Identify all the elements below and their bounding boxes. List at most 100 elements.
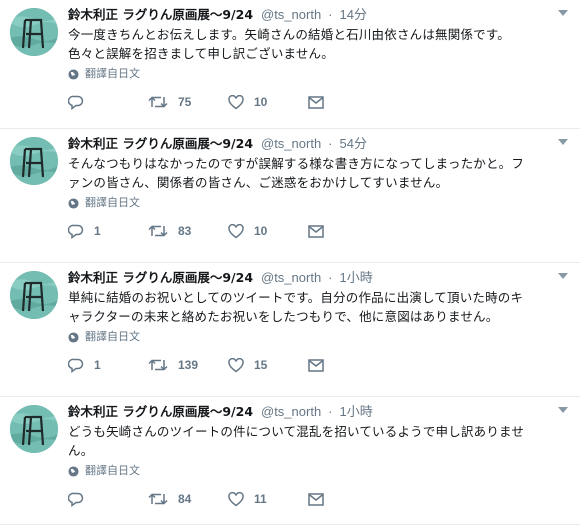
retweet-button[interactable]: 84 xyxy=(148,492,228,506)
translate-label: 翻譯自日文 xyxy=(85,464,140,477)
retweet-icon xyxy=(148,96,168,108)
chevron-down-icon[interactable] xyxy=(558,407,568,413)
author-handle[interactable]: @ts_north xyxy=(261,270,321,285)
tweet-header: 鈴木利正 ラグりん原画展～9/24 @ts_north · 54分 xyxy=(68,135,572,152)
reply-button[interactable]: 1 xyxy=(68,358,148,373)
tweet-text: そんなつもりはなかったのですが誤解する様な書き方になってしまったかと。フ ァンの… xyxy=(68,154,572,192)
chevron-down-icon[interactable] xyxy=(558,10,568,16)
tweet[interactable]: 鈴木利正 ラグりん原画展～9/24 @ts_north · 1小時 どうも矢崎さ… xyxy=(0,397,580,525)
tweet-actions: 1 83 10 xyxy=(68,221,572,241)
author-name[interactable]: 鈴木利正 ラグりん原画展～9/24 xyxy=(68,136,253,151)
tweet-header: 鈴木利正 ラグりん原画展～9/24 @ts_north · 14分 xyxy=(68,6,572,23)
chevron-down-icon[interactable] xyxy=(558,139,568,145)
author-name[interactable]: 鈴木利正 ラグりん原画展～9/24 xyxy=(68,7,253,22)
heart-icon xyxy=(228,94,244,109)
tweet-time[interactable]: 1小時 xyxy=(339,404,372,419)
tweet-text: 単純に結婚のお祝いとしてのツイートです。自分の作品に出演して頂いた時のキ ャラク… xyxy=(68,288,572,326)
retweet-button[interactable]: 139 xyxy=(148,358,228,372)
tweet[interactable]: 鈴木利正 ラグりん原画展～9/24 @ts_north · 1小時 単純に結婚の… xyxy=(0,263,580,397)
reply-count: 1 xyxy=(94,224,101,238)
reply-button[interactable] xyxy=(68,492,148,507)
retweet-count: 75 xyxy=(178,95,192,109)
avatar[interactable] xyxy=(10,271,58,319)
tweet-text: どうも矢崎さんのツイートの件について混乱を招いているようで申し訳ありませ ん。 xyxy=(68,422,572,460)
tweet-text-line: ャラクターの未来と絡めたお祝いをしたつもりで、他に意図はありません。 xyxy=(68,309,499,324)
tweet-time[interactable]: 1小時 xyxy=(339,270,372,285)
tweet-text: 今一度きちんとお伝えします。矢崎さんの結婚と石川由依さんは無関係です。 色々と誤… xyxy=(68,25,572,63)
translate-label: 翻譯自日文 xyxy=(85,67,140,80)
author-handle[interactable]: @ts_north xyxy=(261,7,321,22)
like-button[interactable]: 15 xyxy=(228,357,308,373)
message-icon xyxy=(308,95,324,109)
heart-icon xyxy=(228,357,244,372)
tweet-header: 鈴木利正 ラグりん原画展～9/24 @ts_north · 1小時 xyxy=(68,403,572,420)
like-button[interactable]: 11 xyxy=(228,491,308,507)
translate-label: 翻譯自日文 xyxy=(85,330,140,343)
globe-icon xyxy=(68,331,79,343)
translate-link[interactable]: 翻譯自日文 xyxy=(68,329,572,345)
tweet-text-line: ァンの皆さん、関係者の皆さん、ご迷惑をおかけしてすいません。 xyxy=(68,175,449,190)
like-count: 10 xyxy=(254,224,268,238)
translate-link[interactable]: 翻譯自日文 xyxy=(68,195,572,211)
tweet-actions: 75 10 xyxy=(68,92,572,112)
reply-count: 1 xyxy=(94,358,101,372)
retweet-icon xyxy=(148,225,168,237)
reply-button[interactable] xyxy=(68,95,148,110)
tweet-text-line: 今一度きちんとお伝えします。矢崎さんの結婚と石川由依さんは無関係です。 xyxy=(68,27,511,42)
separator-dot: · xyxy=(328,7,333,22)
author-name[interactable]: 鈴木利正 ラグりん原画展～9/24 xyxy=(68,404,253,419)
like-count: 10 xyxy=(254,95,268,109)
tweet-time[interactable]: 14分 xyxy=(339,7,366,22)
reply-button[interactable]: 1 xyxy=(68,224,148,239)
author-handle[interactable]: @ts_north xyxy=(261,404,321,419)
tweet-time[interactable]: 54分 xyxy=(339,136,366,151)
tweet[interactable]: 鈴木利正 ラグりん原画展～9/24 @ts_north · 54分 そんなつもり… xyxy=(0,129,580,263)
heart-icon xyxy=(228,223,244,238)
author-handle[interactable]: @ts_north xyxy=(261,136,321,151)
globe-icon xyxy=(68,465,79,477)
message-icon xyxy=(308,224,324,238)
globe-icon xyxy=(68,197,79,209)
retweet-button[interactable]: 75 xyxy=(148,95,228,109)
chevron-down-icon[interactable] xyxy=(558,273,568,279)
tweet-text-line: そんなつもりはなかったのですが誤解する様な書き方になってしまったかと。フ xyxy=(68,156,525,171)
reply-icon xyxy=(68,358,84,373)
translate-link[interactable]: 翻譯自日文 xyxy=(68,463,572,479)
translate-label: 翻譯自日文 xyxy=(85,196,140,209)
tweet-text-line: 単純に結婚のお祝いとしてのツイートです。自分の作品に出演して頂いた時のキ xyxy=(68,290,524,305)
separator-dot: · xyxy=(328,404,333,419)
retweet-count: 139 xyxy=(178,358,199,372)
retweet-icon xyxy=(148,493,168,505)
reply-icon xyxy=(68,95,84,110)
like-button[interactable]: 10 xyxy=(228,223,308,239)
message-button[interactable] xyxy=(308,492,388,506)
message-icon xyxy=(308,358,324,372)
tweet-text-line: どうも矢崎さんのツイートの件について混乱を招いているようで申し訳ありませ xyxy=(68,424,525,439)
separator-dot: · xyxy=(328,270,333,285)
message-button[interactable] xyxy=(308,224,388,238)
tweet-actions: 84 11 xyxy=(68,489,572,509)
retweet-icon xyxy=(148,359,168,371)
retweet-count: 84 xyxy=(178,492,192,506)
message-button[interactable] xyxy=(308,358,388,372)
avatar[interactable] xyxy=(10,137,58,185)
translate-link[interactable]: 翻譯自日文 xyxy=(68,66,572,82)
tweet-actions: 1 139 15 xyxy=(68,355,572,375)
separator-dot: · xyxy=(328,136,333,151)
like-count: 11 xyxy=(254,492,267,506)
reply-icon xyxy=(68,492,84,507)
avatar[interactable] xyxy=(10,405,58,453)
avatar[interactable] xyxy=(10,8,58,56)
message-button[interactable] xyxy=(308,95,388,109)
tweet-text-line: 色々と誤解を招きまして申し訳ございません。 xyxy=(68,46,334,61)
globe-icon xyxy=(68,68,79,80)
author-name[interactable]: 鈴木利正 ラグりん原画展～9/24 xyxy=(68,270,253,285)
tweet-header: 鈴木利正 ラグりん原画展～9/24 @ts_north · 1小時 xyxy=(68,269,572,286)
message-icon xyxy=(308,492,324,506)
heart-icon xyxy=(228,491,244,506)
reply-icon xyxy=(68,224,84,239)
like-button[interactable]: 10 xyxy=(228,94,308,110)
tweet[interactable]: 鈴木利正 ラグりん原画展～9/24 @ts_north · 14分 今一度きちん… xyxy=(0,0,580,129)
tweet-text-line: ん。 xyxy=(68,443,94,458)
retweet-button[interactable]: 83 xyxy=(148,224,228,238)
